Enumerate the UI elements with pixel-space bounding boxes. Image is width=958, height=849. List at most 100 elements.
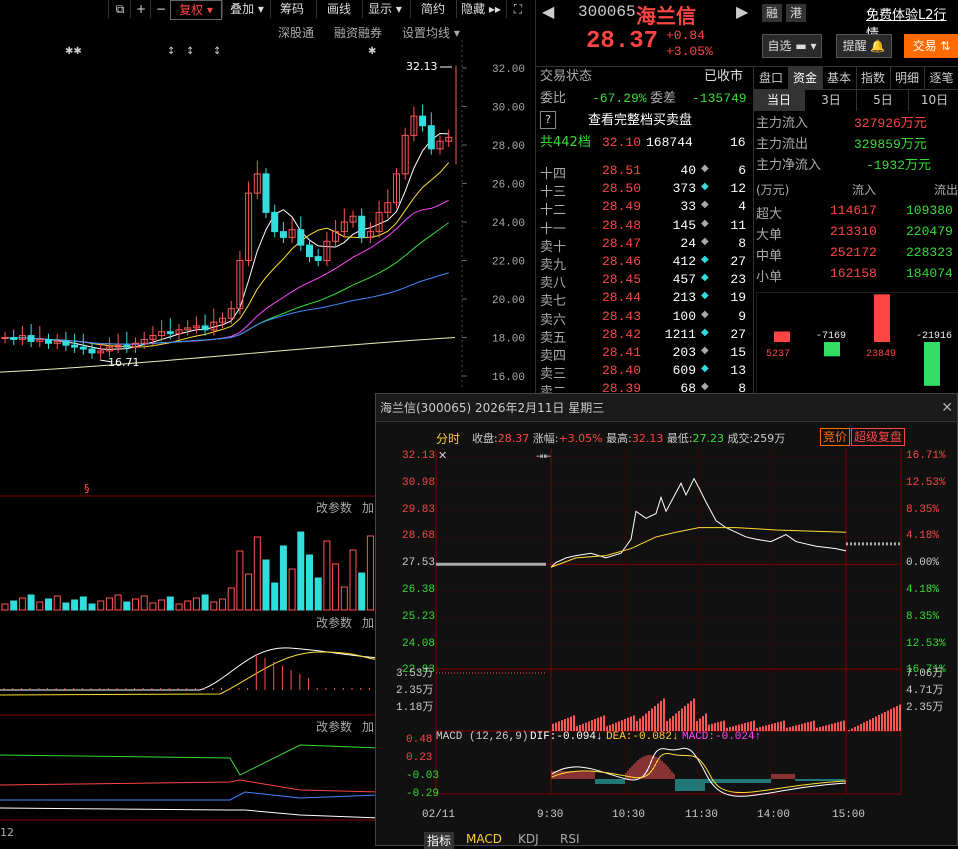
svg-text:§: § (84, 482, 90, 495)
period-today[interactable]: 当日 (754, 89, 805, 111)
layout-icon[interactable]: ⧉ (108, 0, 131, 18)
candle (358, 215, 366, 238)
tab-index[interactable]: 指数 (856, 67, 891, 89)
price-axis-label: 24.00 (492, 218, 525, 230)
ask-volume: 40 (680, 163, 696, 178)
volume-bar (366, 535, 374, 611)
next-stock-icon[interactable]: ▶ (736, 2, 748, 21)
volume-bar (744, 723, 746, 731)
time-label: 10:30 (612, 809, 646, 821)
fund-out: 109380 (906, 203, 953, 218)
tab-detail[interactable]: 明细 (890, 67, 925, 89)
ask-count: 23 (730, 272, 746, 288)
volume-bar (747, 722, 749, 731)
display-button[interactable]: 显示 ▾ (362, 0, 407, 18)
ask-price: 28.47 (602, 235, 642, 251)
tab-rsi[interactable]: RSI (560, 832, 580, 846)
fund-row-label: 大单 (756, 228, 783, 243)
ask-dot-icon: ◆ (701, 308, 709, 320)
unit-label: (万元) (756, 183, 790, 197)
ask-price: 28.48 (602, 217, 642, 233)
fullscreen-icon[interactable]: ⛶ (506, 0, 529, 18)
svg-text:↕: ↕ (213, 46, 221, 57)
pct-axis-label: 12.53% (906, 637, 946, 650)
hk-connect-link[interactable]: 深股通 (278, 24, 314, 41)
tab-fund[interactable]: 资金 (788, 67, 823, 89)
ind1-add-button[interactable]: 加 (362, 616, 374, 630)
date-left: 12 (0, 826, 14, 839)
ma-settings-button[interactable]: 设置均线 ▾ (402, 24, 460, 41)
ask-level-label: 卖五 (540, 330, 567, 346)
volume-bar (585, 722, 587, 731)
period-10d[interactable]: 10日 (910, 89, 958, 111)
simple-button[interactable]: 简约 (410, 0, 455, 18)
volume-bar (588, 721, 590, 731)
bid-diff-value: -135749 (692, 91, 747, 106)
svg-text:✱: ✱ (368, 46, 376, 57)
chips-button[interactable]: 筹码 (270, 0, 313, 18)
fund-in: 162158 (830, 266, 877, 281)
volume-bar (582, 723, 584, 731)
ask-dot-icon: ◆ (701, 272, 709, 284)
hide-button[interactable]: 隐藏 ▸▸ (456, 0, 505, 18)
volume-bar (825, 725, 827, 731)
ind2-add-button[interactable]: 加 (362, 720, 374, 734)
candle (279, 231, 287, 238)
volume-bar (848, 730, 850, 731)
volume-bar (45, 598, 52, 611)
tab-intraday[interactable]: 分时 (436, 430, 460, 447)
intraday-chart[interactable]: ✕ ⇥⇤ (376, 449, 957, 845)
auction-button[interactable]: 竞价 (820, 428, 851, 446)
fund-tabs: 盘口 资金 基本 指数 明细 逐笔 (754, 66, 958, 90)
full-orderbook-link[interactable]: 查看完整档买卖盘 (588, 111, 692, 131)
restore-rights-button[interactable]: 复权 ▾ (170, 0, 222, 20)
tab-indicator[interactable]: 指标 (424, 832, 455, 849)
volume-bar (349, 549, 357, 611)
trade-button[interactable]: 交易 ⇅ (904, 34, 958, 58)
tab-macd[interactable]: MACD (466, 832, 502, 846)
help-icon[interactable]: ? (540, 111, 556, 129)
ask-dot-icon: ◆ (701, 235, 709, 247)
prev-stock-icon[interactable]: ◀ (542, 2, 554, 21)
ind2-params-button[interactable]: 改参数 (316, 719, 352, 734)
inflow-head: 流入 (852, 183, 877, 197)
tab-orderbook[interactable]: 盘口 (754, 67, 789, 89)
total-volume: 168744 (646, 135, 693, 150)
volume-bar (774, 723, 776, 731)
vol-add-button[interactable]: 加 (362, 501, 374, 515)
period-5d[interactable]: 5日 (858, 89, 909, 111)
svg-text:✱✱: ✱✱ (65, 46, 82, 57)
close-icon[interactable]: ✕ (941, 400, 953, 416)
draw-line-button[interactable]: 画线 (316, 0, 361, 18)
volume-bar (227, 587, 235, 611)
ind1-params-button[interactable]: 改参数 (316, 615, 352, 630)
zoom-in-button[interactable]: + (130, 0, 151, 18)
volume-bar (843, 720, 845, 731)
volume-bar (552, 723, 554, 731)
vol-params-button[interactable]: 改参数 (316, 500, 352, 515)
dea-value: DEA:-0.082↓ (606, 731, 679, 743)
tab-tick[interactable]: 逐笔 (924, 67, 958, 89)
ask-volume: 33 (680, 199, 696, 215)
tab-kdj[interactable]: KDJ (518, 832, 539, 846)
volume-bar (645, 713, 647, 731)
volume-bar (236, 550, 244, 611)
tab-basic[interactable]: 基本 (822, 67, 857, 89)
overlay-button[interactable]: 叠加 ▾ (222, 0, 271, 18)
super-replay-button[interactable]: 超级复盘 (851, 428, 906, 446)
alert-button[interactable]: 提醒 🔔 (836, 34, 892, 58)
info-key: 最低: (666, 432, 693, 445)
margin-trading-link[interactable]: 融资融券 (334, 24, 382, 41)
volume-bar (314, 577, 322, 611)
period-3d[interactable]: 3日 (806, 89, 857, 111)
volume-bar (813, 720, 815, 731)
fund-row-label: 中单 (756, 249, 783, 264)
ask-volume: 203 (672, 345, 696, 360)
volume-bar (717, 722, 719, 731)
vol-axis-label: 1.18万 (396, 702, 434, 714)
volume-bar (857, 725, 859, 731)
ask-level-label: 卖九 (540, 258, 567, 273)
volume-bar (627, 717, 629, 731)
watchlist-button[interactable]: 自选 ▬ ▾ (762, 34, 822, 58)
zoom-out-button[interactable]: − (150, 0, 171, 18)
